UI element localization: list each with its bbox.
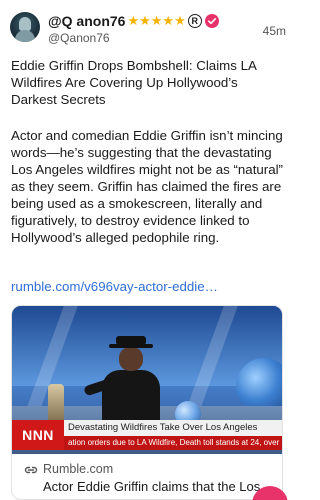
registered-mark-icon: R <box>187 14 202 28</box>
post-body: Actor and comedian Eddie Griffin isn’t m… <box>11 128 283 245</box>
video-thumbnail[interactable]: NNN Devastating Wildfires Take Over Los … <box>12 306 282 454</box>
person-hat <box>116 336 146 345</box>
stars-icon: ★★★★★ <box>127 13 186 28</box>
card-title[interactable]: Actor Eddie Griffin claims that the Los… <box>43 479 279 494</box>
thumbnail-person <box>83 336 162 426</box>
avatar-figure-head <box>19 17 31 31</box>
post-link[interactable]: rumble.com/v696vay-actor-eddie… <box>11 279 287 294</box>
post-header: @Q anon76 ★★★★★ R @Qanon76 45m <box>10 12 286 48</box>
news-ticker: NNN Devastating Wildfires Take Over Los … <box>12 418 282 454</box>
ticker-headline: Devastating Wildfires Take Over Los Ange… <box>64 420 282 436</box>
author-handle[interactable]: @Qanon76 <box>48 31 110 45</box>
card-meta[interactable]: Rumble.com Actor Eddie Griffin claims th… <box>12 454 282 499</box>
ticker-subline: ation orders due to LA Wildfire, Death t… <box>64 436 282 450</box>
avatar-figure-body <box>15 30 35 42</box>
link-preview-card[interactable]: NNN Devastating Wildfires Take Over Los … <box>11 305 283 500</box>
author-name-line[interactable]: @Q anon76 ★★★★★ R <box>48 13 219 29</box>
post-headline: Eddie Griffin Drops Bombshell: Claims LA… <box>11 58 257 107</box>
author-display-name[interactable]: @Q anon76 <box>48 13 125 29</box>
avatar[interactable] <box>10 12 40 42</box>
verified-badge-icon <box>204 14 219 28</box>
post-timestamp: 45m <box>262 24 286 38</box>
ticker-brand-logo: NNN <box>12 420 64 450</box>
card-domain: Rumble.com <box>43 462 114 476</box>
person-head <box>119 347 143 371</box>
link-icon <box>24 463 38 475</box>
